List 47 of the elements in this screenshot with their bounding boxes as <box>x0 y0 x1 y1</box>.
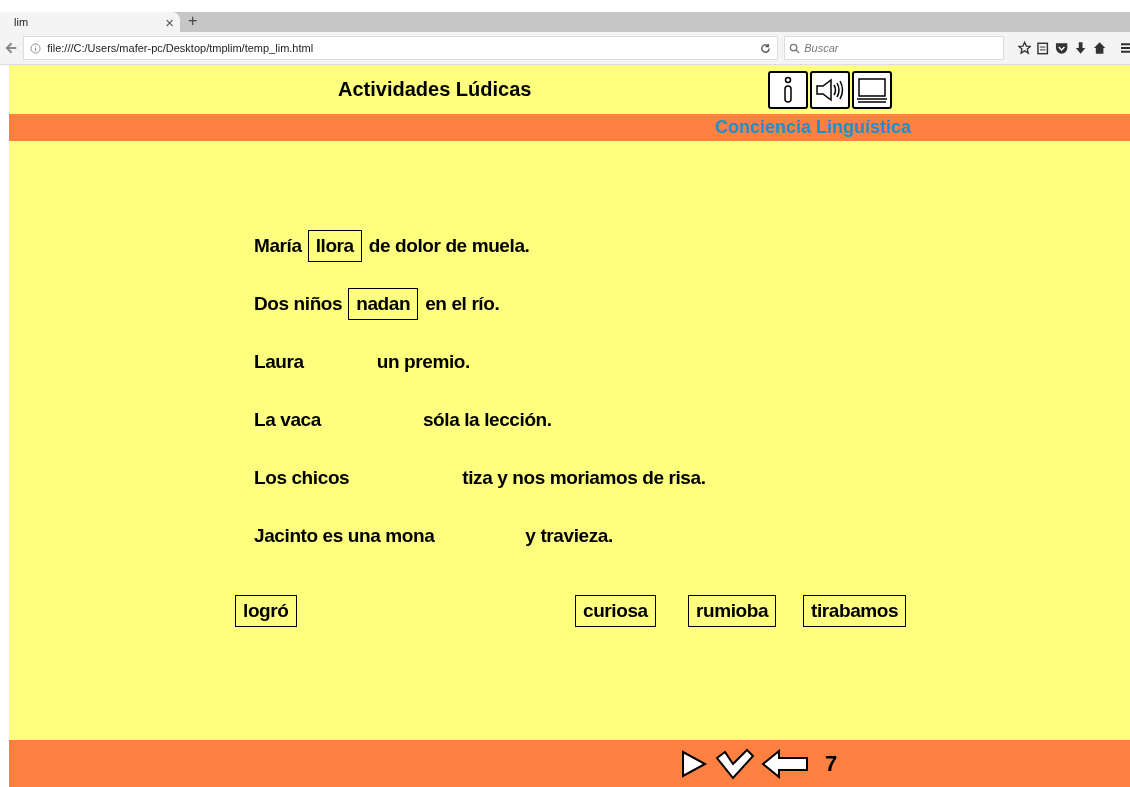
tab-title: lim <box>14 16 29 28</box>
tab-close-button[interactable]: × <box>165 13 174 31</box>
answer-word[interactable]: llora <box>307 229 362 262</box>
reload-icon[interactable] <box>760 42 772 54</box>
check-icon[interactable] <box>715 747 755 780</box>
page-title: Actividades Lúdicas <box>338 78 533 101</box>
back-arrow-icon[interactable] <box>761 748 809 779</box>
sentence-text: Jacinto es una mona <box>254 524 435 547</box>
monitor-icon <box>856 75 888 104</box>
sentence-text: Los chicos <box>254 466 350 489</box>
menu-icon[interactable] <box>1120 42 1130 54</box>
info-button[interactable] <box>768 70 808 109</box>
new-tab-button[interactable]: + <box>180 12 206 32</box>
answer-word[interactable]: nadan <box>348 287 419 320</box>
word-card[interactable]: logró <box>235 595 297 627</box>
download-icon[interactable] <box>1074 41 1088 55</box>
section-subtitle: Conciencia Linguística <box>715 117 912 138</box>
page-number: 7 <box>825 750 838 777</box>
sentence-text: Dos niños <box>254 292 343 315</box>
play-arrow-icon[interactable] <box>679 748 709 779</box>
sentence-text: y travieza. <box>525 524 613 547</box>
clipboard-icon[interactable] <box>1037 41 1049 55</box>
word-card[interactable]: tirabamos <box>803 595 907 627</box>
sentence-text: tiza y nos moriamos de risa. <box>462 466 706 489</box>
sentence-text: La vaca <box>254 408 321 431</box>
shield-icon[interactable] <box>1054 41 1069 55</box>
home-icon[interactable] <box>1093 41 1107 55</box>
sound-button[interactable] <box>810 70 850 109</box>
star-icon[interactable] <box>1018 41 1032 55</box>
sentence-text: en el río. <box>425 292 500 315</box>
search-field[interactable]: Buscar <box>784 36 1005 60</box>
sentence-text: Laura <box>254 350 304 373</box>
sentence-text: sóla la lección. <box>422 408 552 431</box>
sentence-text: un premio. <box>376 350 470 373</box>
back-icon[interactable] <box>4 41 18 55</box>
url-text: file:///C:/Users/mafer-pc/Desktop/tmplim/temp_lim.html <box>47 42 314 54</box>
info-icon <box>782 75 794 104</box>
sentence-text: María <box>254 234 302 257</box>
search-icon <box>789 42 801 54</box>
word-card[interactable]: rumioba <box>688 595 777 627</box>
search-placeholder: Buscar <box>804 42 839 54</box>
address-bar[interactable]: file:///C:/Users/mafer-pc/Desktop/tmplim/temp_lim.html <box>23 36 779 60</box>
sentence-text: de dolor de muela. <box>368 234 530 257</box>
browser-tab[interactable]: lim × <box>0 12 180 32</box>
screen-button[interactable] <box>852 70 892 109</box>
word-card[interactable]: curiosa <box>575 595 656 627</box>
speaker-icon <box>815 77 845 102</box>
